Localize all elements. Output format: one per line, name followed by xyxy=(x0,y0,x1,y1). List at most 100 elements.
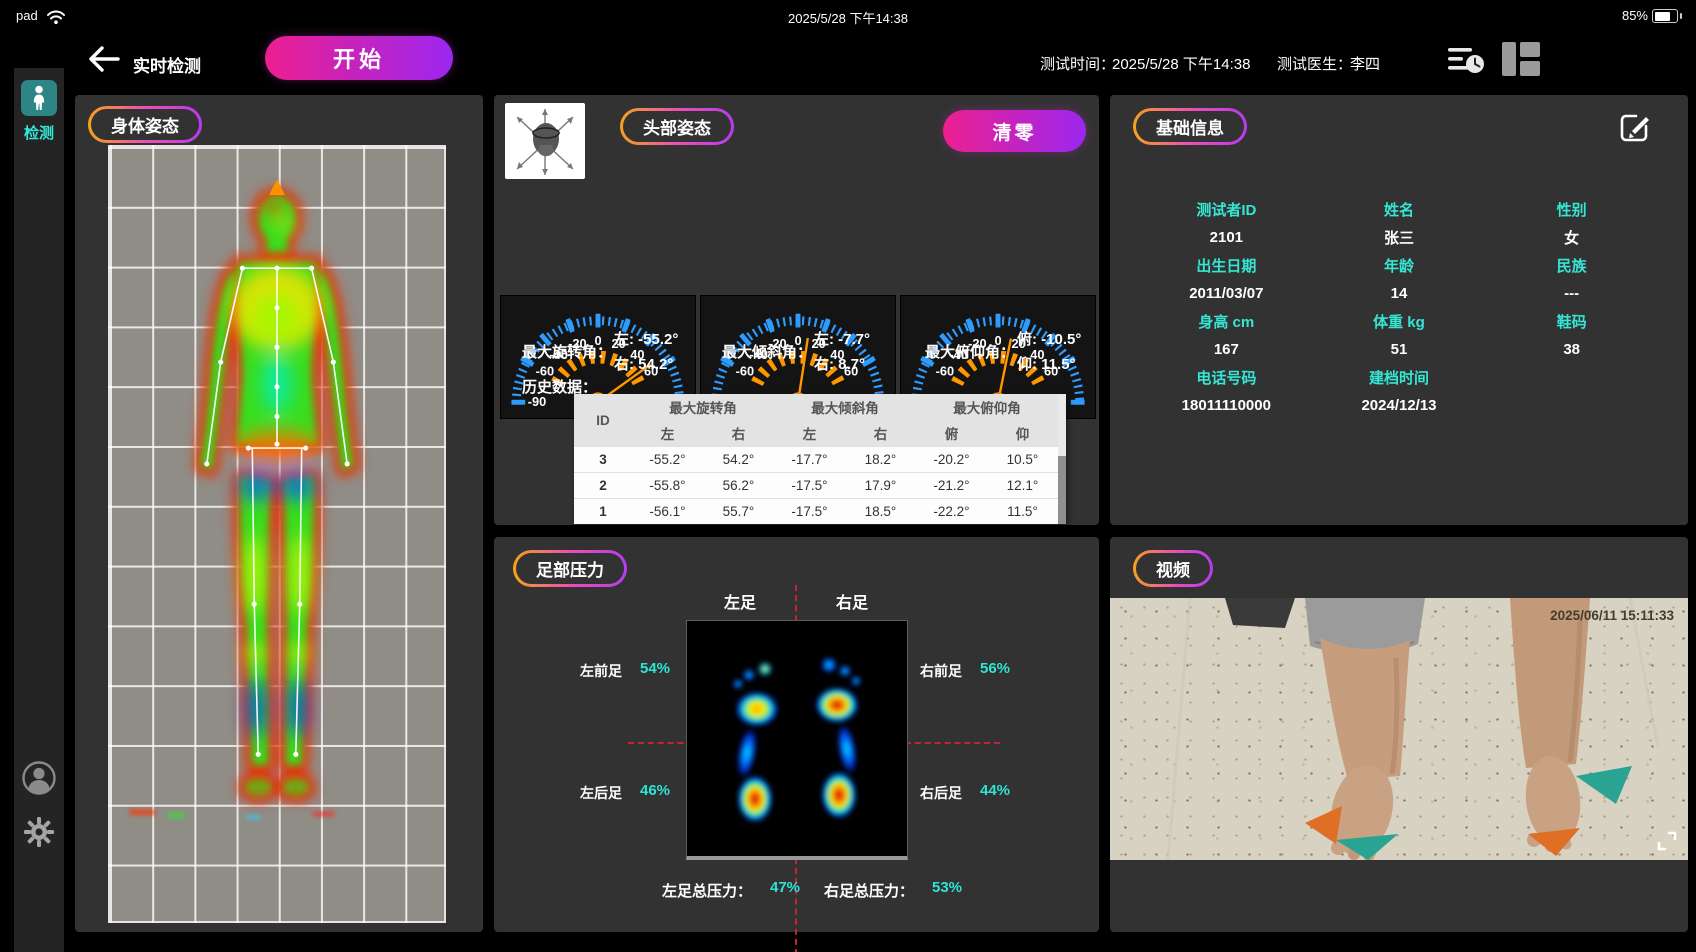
video-timestamp: 2025/06/11 15:11:33 xyxy=(1550,608,1674,623)
battery-percent: 85% xyxy=(1622,8,1648,23)
person-icon xyxy=(28,85,50,111)
right-fore-label: 右前足 xyxy=(920,661,962,681)
field-label: 出生日期 xyxy=(1140,255,1313,276)
table-scrollbar[interactable] xyxy=(1058,394,1066,524)
foot-pressure-panel: 足部压力 左足 右足 xyxy=(494,537,1099,932)
history-table: ID 最大旋转角 最大倾斜角 最大俯仰角 左 右 左 右 俯 仰 xyxy=(574,394,1066,524)
settings-gear-icon[interactable] xyxy=(23,816,55,848)
left-fore-value: 54% xyxy=(640,660,670,677)
field-label: 民族 xyxy=(1485,255,1658,276)
right-total-label: 右足总压力： xyxy=(824,880,914,901)
doctor-label: 测试医生： xyxy=(1277,53,1352,74)
layout-dashboard-icon[interactable] xyxy=(1502,42,1540,76)
head-top-marker xyxy=(269,179,285,195)
pitch-stat-label: 最大俯仰角： xyxy=(925,341,1015,362)
page-title: 实时检测 xyxy=(133,52,201,77)
field-label: 鞋码 xyxy=(1485,311,1658,332)
head-posture-panel: 头部姿态 清零 xyxy=(494,95,1099,525)
col-group-tilt: 最大倾斜角 xyxy=(774,394,916,420)
left-fore-label: 左前足 xyxy=(580,661,622,681)
col-group-rotation: 最大旋转角 xyxy=(632,394,774,420)
field-label: 测试者ID xyxy=(1140,199,1313,220)
doctor-name: 李四 xyxy=(1350,53,1380,74)
fullscreen-expand-icon[interactable] xyxy=(1656,830,1678,852)
head-posture-title-pill: 头部姿态 xyxy=(620,108,734,145)
foot-pressure-title: 足部压力 xyxy=(516,553,624,584)
basic-info-panel: 基础信息 测试者ID 姓名 性别 2101 张三 女 出生日期 年龄 民族 20… xyxy=(1110,95,1688,525)
head-posture-title: 头部姿态 xyxy=(623,111,731,142)
body-heatmap xyxy=(110,147,444,921)
field-value: 2024/12/13 xyxy=(1313,397,1486,414)
body-posture-title-pill: 身体姿态 xyxy=(88,106,202,143)
start-button[interactable]: 开始 xyxy=(265,36,453,80)
video-content xyxy=(1110,598,1688,860)
field-value: 2101 xyxy=(1140,229,1313,246)
video-title: 视频 xyxy=(1136,553,1210,584)
back-arrow-button[interactable] xyxy=(88,46,120,72)
field-label: 性别 xyxy=(1485,199,1658,220)
tilt-stat-label: 最大倾斜角： xyxy=(722,341,812,362)
table-row[interactable]: 2 -55.8°56.2° -17.5°17.9° -21.2°12.1° xyxy=(574,473,1058,499)
left-back-label: 左后足 xyxy=(580,783,622,803)
left-foot-header: 左足 xyxy=(724,589,756,613)
field-label: 姓名 xyxy=(1313,199,1486,220)
video-panel: 视频 xyxy=(1110,537,1688,932)
wifi-icon xyxy=(46,9,66,25)
history-records-icon[interactable] xyxy=(1448,44,1484,76)
battery-icon xyxy=(1652,9,1678,23)
field-value: 14 xyxy=(1313,285,1486,302)
field-value: 女 xyxy=(1485,227,1658,248)
right-foot-header: 右足 xyxy=(836,589,868,613)
body-posture-title: 身体姿态 xyxy=(91,109,199,140)
rotation-stat-label: 最大旋转角： xyxy=(522,341,612,362)
field-value: 18011110000 xyxy=(1140,397,1313,414)
field-label: 年龄 xyxy=(1313,255,1486,276)
field-label: 体重 kg xyxy=(1313,311,1486,332)
field-value: 167 xyxy=(1140,341,1313,358)
table-row[interactable]: 1 -56.1°55.7° -17.5°18.5° -22.2°11.5° xyxy=(574,499,1058,525)
device-label: pad xyxy=(16,8,38,23)
test-time-value: 2025/5/28 下午14:38 xyxy=(1112,53,1250,74)
col-group-pitch: 最大俯仰角 xyxy=(916,394,1058,420)
field-label: 身高 cm xyxy=(1140,311,1313,332)
sidebar-item-detect-label: 检测 xyxy=(14,122,64,143)
right-back-value: 44% xyxy=(980,782,1010,799)
left-total-value: 47% xyxy=(770,879,800,896)
field-value: 张三 xyxy=(1313,227,1486,248)
video-title-pill: 视频 xyxy=(1133,550,1213,587)
header: 实时检测 开始 测试时间： 2025/5/28 下午14:38 测试医生： 李四 xyxy=(0,32,1696,92)
field-value: 2011/03/07 xyxy=(1140,285,1313,302)
right-back-label: 右后足 xyxy=(920,783,962,803)
right-foot-heatmap xyxy=(815,657,861,819)
edit-icon[interactable] xyxy=(1618,110,1652,144)
body-heatmap-view xyxy=(108,145,446,923)
status-time: 2025/5/28 下午14:38 xyxy=(788,8,908,27)
status-bar: pad 2025/5/28 下午14:38 85% xyxy=(0,0,1696,32)
sidebar: 检测 xyxy=(14,68,64,952)
sidebar-item-detect[interactable] xyxy=(21,80,57,116)
col-id: ID xyxy=(574,394,632,447)
body-posture-panel: 身体姿态 xyxy=(75,95,483,932)
field-value: 38 xyxy=(1485,341,1658,358)
field-label: 建档时间 xyxy=(1313,367,1486,388)
basic-info-title-pill: 基础信息 xyxy=(1133,108,1247,145)
foot-pressure-map xyxy=(686,620,908,860)
left-foot-heatmap xyxy=(733,661,779,823)
head-axes-diagram xyxy=(505,103,585,179)
table-row[interactable]: 3 -55.2°54.2° -17.7°18.2° -20.2°10.5° xyxy=(574,447,1058,473)
info-grid: 测试者ID 姓名 性别 2101 张三 女 出生日期 年龄 民族 2011/03… xyxy=(1140,195,1658,419)
left-total-label: 左足总压力： xyxy=(662,880,752,901)
test-time-label: 测试时间： xyxy=(1040,53,1115,74)
user-avatar-icon[interactable] xyxy=(21,760,57,796)
field-value: --- xyxy=(1485,285,1658,302)
right-fore-value: 56% xyxy=(980,660,1010,677)
right-total-value: 53% xyxy=(932,879,962,896)
field-label: 电话号码 xyxy=(1140,367,1313,388)
clear-button[interactable]: 清零 xyxy=(943,110,1086,152)
foot-pressure-title-pill: 足部压力 xyxy=(513,550,627,587)
left-back-value: 46% xyxy=(640,782,670,799)
field-value: 51 xyxy=(1313,341,1486,358)
basic-info-title: 基础信息 xyxy=(1136,111,1244,142)
app-root: pad 2025/5/28 下午14:38 85% 实时检测 开始 测试时间： … xyxy=(0,0,1696,952)
video-frame[interactable]: 2025/06/11 15:11:33 xyxy=(1110,598,1688,860)
